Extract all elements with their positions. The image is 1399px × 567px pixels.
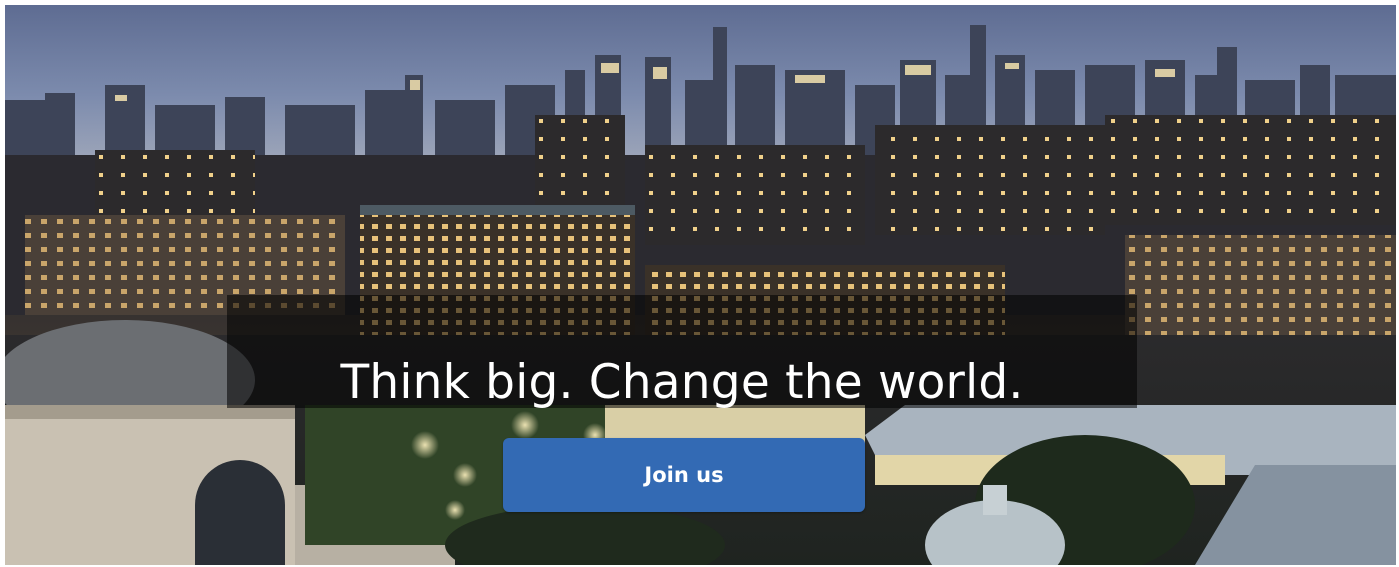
hero-headline: Think big. Change the world. — [340, 355, 1024, 411]
hero-banner: Think big. Change the world. Join us — [5, 5, 1396, 565]
join-us-button[interactable]: Join us — [503, 438, 865, 512]
